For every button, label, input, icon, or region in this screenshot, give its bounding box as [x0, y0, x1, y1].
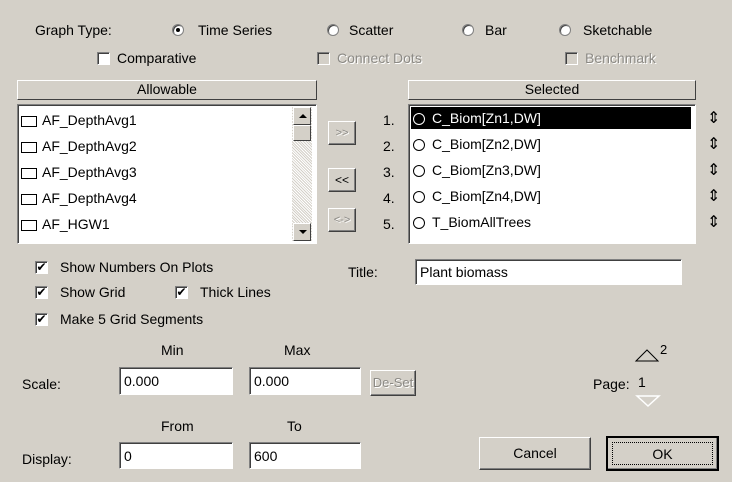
- benchmark-label: Benchmark: [585, 50, 656, 66]
- scroll-down-button[interactable]: [293, 223, 311, 241]
- list-item[interactable]: AF_DepthAvg3: [21, 161, 137, 183]
- list-item[interactable]: AF_DepthAvg4: [21, 187, 137, 209]
- page-label: Page:: [593, 376, 630, 392]
- max-label: Max: [284, 342, 311, 358]
- ok-button[interactable]: OK: [606, 436, 719, 471]
- scroll-thumb[interactable]: [293, 125, 311, 141]
- up-down-arrow-icon[interactable]: ⇕: [707, 163, 720, 179]
- circle-icon: [413, 191, 425, 204]
- radio-label-sketchable[interactable]: Sketchable: [583, 22, 652, 38]
- radio-label-bar[interactable]: Bar: [485, 22, 507, 38]
- radio-dot-bar[interactable]: [462, 24, 474, 36]
- show-numbers-checkbox[interactable]: ✔: [35, 261, 48, 274]
- page-current-number: 1: [638, 374, 646, 390]
- selected-number: 3.: [383, 164, 395, 180]
- ok-button-label: OK: [612, 442, 713, 465]
- graph-type-label: Graph Type:: [35, 22, 112, 38]
- radio-label-time-series[interactable]: Time Series: [198, 22, 272, 38]
- show-grid-checkbox[interactable]: ✔: [35, 286, 48, 299]
- allowable-list[interactable]: AF_DepthAvg1 AF_DepthAvg2 AF_DepthAvg3 A…: [17, 104, 317, 244]
- selected-number: 4.: [383, 190, 395, 206]
- display-label: Display:: [22, 451, 72, 467]
- deset-button[interactable]: De-Set: [370, 370, 416, 396]
- selected-list[interactable]: C_Biom[Zn1,DW] C_Biom[Zn2,DW] C_Biom[Zn3…: [408, 104, 696, 244]
- up-down-arrow-icon[interactable]: ⇕: [707, 189, 720, 205]
- circle-icon: [413, 113, 425, 126]
- selected-number: 5.: [383, 216, 395, 232]
- arrow-up-icon: [299, 114, 307, 118]
- thick-lines-label[interactable]: Thick Lines: [200, 284, 271, 300]
- cancel-button[interactable]: Cancel: [479, 437, 591, 470]
- swap-button[interactable]: <->: [328, 208, 356, 232]
- thick-lines-checkbox[interactable]: ✔: [175, 286, 188, 299]
- selected-number: 1.: [383, 112, 395, 128]
- show-grid-label[interactable]: Show Grid: [60, 284, 125, 300]
- radio-dot-time-series[interactable]: [172, 24, 184, 36]
- scroll-up-button[interactable]: [293, 107, 311, 125]
- allowable-header: Allowable: [17, 80, 317, 100]
- min-label: Min: [161, 342, 184, 358]
- circle-icon: [413, 139, 425, 152]
- show-numbers-label[interactable]: Show Numbers On Plots: [60, 259, 213, 275]
- scale-max-input[interactable]: [249, 367, 361, 395]
- radio-dot-sketchable[interactable]: [559, 24, 571, 36]
- list-item[interactable]: T_BiomAllTrees: [411, 211, 531, 233]
- remove-button[interactable]: <<: [328, 168, 356, 192]
- connect-dots-label: Connect Dots: [337, 50, 422, 66]
- arrow-down-icon: [299, 230, 307, 234]
- checkbox-icon: [21, 167, 37, 179]
- title-input[interactable]: [415, 259, 682, 285]
- list-item[interactable]: C_Biom[Zn4,DW]: [411, 185, 541, 207]
- checkbox-icon: [21, 219, 37, 231]
- to-label: To: [287, 418, 302, 434]
- list-item[interactable]: AF_HGW1: [21, 213, 110, 235]
- scale-label: Scale:: [22, 376, 61, 392]
- allowable-scrollbar[interactable]: [292, 107, 312, 241]
- comparative-label[interactable]: Comparative: [117, 50, 196, 66]
- from-label: From: [161, 418, 194, 434]
- list-item[interactable]: C_Biom[Zn2,DW]: [411, 133, 541, 155]
- display-from-input[interactable]: [119, 442, 233, 469]
- checkbox-icon: [21, 115, 37, 127]
- list-item[interactable]: AF_DepthAvg1: [21, 109, 137, 131]
- scale-min-input[interactable]: [119, 367, 233, 395]
- page-up-arrow-icon[interactable]: [634, 348, 660, 362]
- selected-number: 2.: [383, 138, 395, 154]
- list-item[interactable]: C_Biom[Zn3,DW]: [411, 159, 541, 181]
- grid-segments-label[interactable]: Make 5 Grid Segments: [60, 311, 203, 327]
- page-next-number: 2: [660, 342, 668, 357]
- checkbox-icon: [21, 141, 37, 153]
- comparative-checkbox[interactable]: [97, 52, 110, 65]
- benchmark-checkbox: [565, 52, 578, 65]
- circle-icon: [413, 165, 425, 178]
- radio-label-scatter[interactable]: Scatter: [349, 22, 393, 38]
- up-down-arrow-icon[interactable]: ⇕: [707, 215, 720, 231]
- circle-icon: [413, 217, 425, 230]
- checkbox-icon: [21, 193, 37, 205]
- up-down-arrow-icon[interactable]: ⇕: [707, 137, 720, 153]
- radio-dot-scatter[interactable]: [327, 24, 339, 36]
- up-down-arrow-icon[interactable]: ⇕: [707, 111, 720, 127]
- display-to-input[interactable]: [249, 442, 361, 469]
- add-button[interactable]: >>: [328, 121, 356, 145]
- title-label: Title:: [348, 264, 378, 280]
- selected-header: Selected: [408, 80, 696, 100]
- list-item[interactable]: AF_DepthAvg2: [21, 135, 137, 157]
- grid-segments-checkbox[interactable]: ✔: [35, 313, 48, 326]
- list-item[interactable]: C_Biom[Zn1,DW]: [411, 107, 691, 129]
- page-down-arrow-icon[interactable]: [635, 394, 661, 408]
- connect-dots-checkbox: [317, 52, 330, 65]
